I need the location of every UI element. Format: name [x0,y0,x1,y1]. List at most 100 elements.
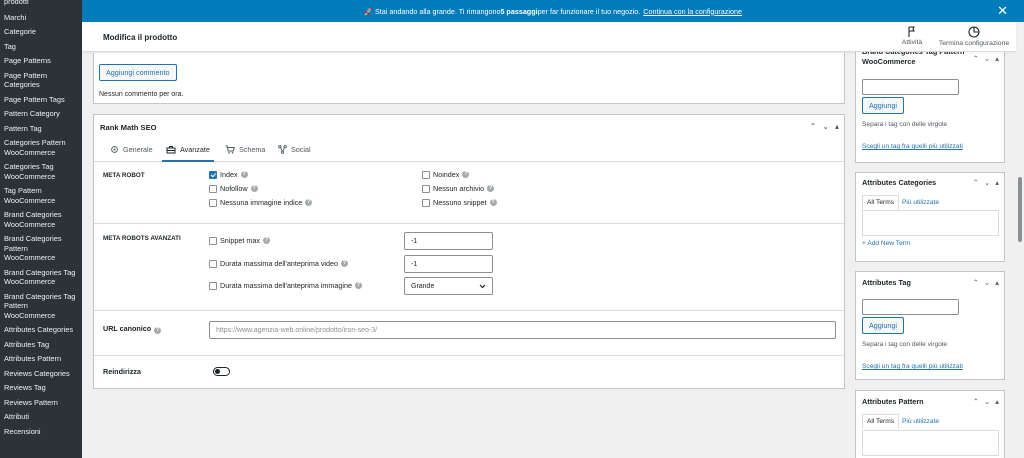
move-down-icon[interactable]: ⌄ [984,178,990,187]
sidebar-item-pattern-category[interactable]: Pattern Category [0,106,82,121]
sidebar-item-brand-categories-pattern-woo[interactable]: Brand Categories Pattern WooCommerce [0,231,82,265]
move-up-icon[interactable]: ⌃ [810,122,817,131]
sidebar-item-reviews-pattern[interactable]: Reviews Pattern [0,395,82,410]
tab-schema[interactable]: Schema [225,145,265,154]
index-checkbox[interactable]: Index? [209,170,248,179]
sidebar-item-prodotti[interactable]: prodotti [0,0,82,10]
collapse-toggle-icon[interactable]: ▴ [995,278,999,287]
sidebar-item-recensioni[interactable]: Recensioni [0,424,82,439]
tab-social[interactable]: Social [278,145,311,154]
collapse-toggle-icon[interactable]: ▴ [995,54,999,63]
collapse-toggle-icon[interactable]: ▴ [835,122,839,131]
finish-setup-button[interactable]: Termina configurazione [934,26,1014,47]
sidebar-item-reviews-tag[interactable]: Reviews Tag [0,380,82,395]
sidebar-item-categories-tag-woo[interactable]: Categories Tag WooCommerce [0,159,82,183]
sidebar-item-categorie[interactable]: Categorie [0,24,82,39]
help-icon[interactable]: ? [240,171,248,178]
noarchive-checkbox[interactable]: Nessun archivio? [422,184,495,193]
brand-tag-popular-link[interactable]: Scegli un tag fra quelli più utilizzati [862,143,963,150]
sidebar-item-tag[interactable]: Tag [0,39,82,54]
sidebar-item-page-pattern-tags[interactable]: Page Pattern Tags [0,92,82,107]
index-label: Index [220,170,238,179]
snippet-max-checkbox[interactable]: Snippet max? [209,236,270,245]
brand-tag-input[interactable] [862,79,959,95]
nofollow-label: Nofollow [220,184,248,193]
image-preview-select[interactable]: Grande [404,277,493,295]
continue-setup-link[interactable]: Continua con la configurazione [643,7,742,16]
sidebar-item-brand-categories-tag-woo[interactable]: Brand Categories Tag WooCommerce [0,265,82,289]
tab-all-terms[interactable]: All Terms [862,414,899,429]
sidebar-item-marchi[interactable]: Marchi [0,10,82,25]
help-icon[interactable]: ? [462,171,470,178]
help-icon[interactable]: ? [154,327,162,334]
redirect-row: Reindirizza [94,356,844,388]
add-new-term-link[interactable]: + Add New Term [862,240,910,247]
page-title: Modifica il prodotto [103,33,178,42]
sidebar-item-attributes-pattern[interactable]: Attributes Pattern [0,351,82,366]
no-image-index-checkbox[interactable]: Nessuna immagine indice? [209,198,313,207]
comments-panel: Aggiungi commento Nessun commento per or… [93,53,845,104]
sidebar-item-attributes-categories[interactable]: Attributes Categories [0,322,82,337]
tab-avanzate[interactable]: Avanzate [162,145,214,162]
scrollbar-thumb[interactable] [1018,177,1022,242]
move-up-icon[interactable]: ⌃ [973,178,979,187]
sidebar-item-pattern-tag[interactable]: Pattern Tag [0,121,82,136]
page-scrollbar[interactable] [1016,22,1024,458]
move-down-icon[interactable]: ⌄ [822,122,829,131]
activity-button[interactable]: Attività [892,26,932,46]
brand-tag-add-button[interactable]: Aggiungi [862,97,904,114]
help-icon[interactable]: ? [262,237,270,244]
help-icon[interactable]: ? [250,185,258,192]
nosnippet-checkbox[interactable]: Nessuno snippet? [422,198,497,207]
tab-generale[interactable]: Generale [110,145,153,154]
sidebar-item-page-patterns[interactable]: Page Patterns [0,53,82,68]
rank-math-title: Rank Math SEO [100,123,157,132]
tab-all-terms[interactable]: All Terms [862,195,899,210]
help-icon[interactable]: ? [489,199,497,206]
attributes-tag-input[interactable] [862,299,959,315]
help-icon[interactable]: ? [355,282,362,289]
move-up-icon[interactable]: ⌃ [973,397,979,406]
cart-icon [225,145,235,154]
setup-notice-bar: 🚀 Stai andando alla grande. Ti rimangono… [82,0,1024,22]
video-preview-checkbox[interactable]: Durata massima dell'anteprima video? [209,259,349,268]
toolbox-icon [166,146,176,154]
move-up-icon[interactable]: ⌃ [973,54,979,63]
video-preview-input[interactable]: -1 [404,255,493,273]
nofollow-checkbox[interactable]: Nofollow? [209,184,258,193]
sidebar-item-attributi[interactable]: Attributi [0,409,82,424]
tab-most-used[interactable]: Più utilizzate [902,199,939,206]
categories-checklist[interactable] [862,210,999,236]
move-down-icon[interactable]: ⌄ [984,397,990,406]
sidebar-item-tag-pattern-woo[interactable]: Tag Pattern WooCommerce [0,183,82,207]
tab-most-used[interactable]: Più utilizzate [902,418,939,425]
pattern-checklist[interactable] [862,430,999,456]
help-icon[interactable]: ? [341,260,349,267]
move-down-icon[interactable]: ⌄ [984,54,990,63]
snippet-max-input[interactable]: -1 [404,232,493,250]
add-comment-button[interactable]: Aggiungi commento [99,64,177,81]
redirect-toggle[interactable] [213,367,230,376]
sidebar-item-attributes-tag[interactable]: Attributes Tag [0,337,82,352]
checkbox-box [209,281,217,290]
noindex-checkbox[interactable]: Noindex? [422,170,470,179]
image-preview-checkbox[interactable]: Durata massima dell'anteprima immagine? [209,281,362,290]
sidebar-item-reviews-categories[interactable]: Reviews Categories [0,366,82,381]
close-notice-icon[interactable]: ✕ [997,4,1008,17]
attributes-tag-add-button[interactable]: Aggiungi [862,317,904,334]
advanced-robots-row: META ROBOTS AVANZATI Snippet max? -1 Dur… [94,224,844,311]
rocket-icon: 🚀 [364,6,373,16]
no-image-index-label: Nessuna immagine indice [220,198,303,207]
move-down-icon[interactable]: ⌄ [984,278,990,287]
sidebar-item-brand-categories-woo[interactable]: Brand Categories WooCommerce [0,207,82,231]
canonical-url-input[interactable]: https://www.agenzia-web.online/prodotto/… [209,321,836,339]
move-up-icon[interactable]: ⌃ [973,278,979,287]
sidebar-item-categories-pattern-woo[interactable]: Categories Pattern WooCommerce [0,135,82,159]
collapse-toggle-icon[interactable]: ▴ [995,178,999,187]
sidebar-item-page-pattern-categories[interactable]: Page Pattern Categories [0,68,82,92]
help-icon[interactable]: ? [487,185,495,192]
collapse-toggle-icon[interactable]: ▴ [995,397,999,406]
sidebar-item-brand-categories-tag-pattern-woo[interactable]: Brand Categories Tag Pattern WooCommerce [0,289,82,323]
attributes-tag-popular-link[interactable]: Scegli un tag fra quelli più utilizzati [862,363,963,370]
help-icon[interactable]: ? [305,199,313,206]
